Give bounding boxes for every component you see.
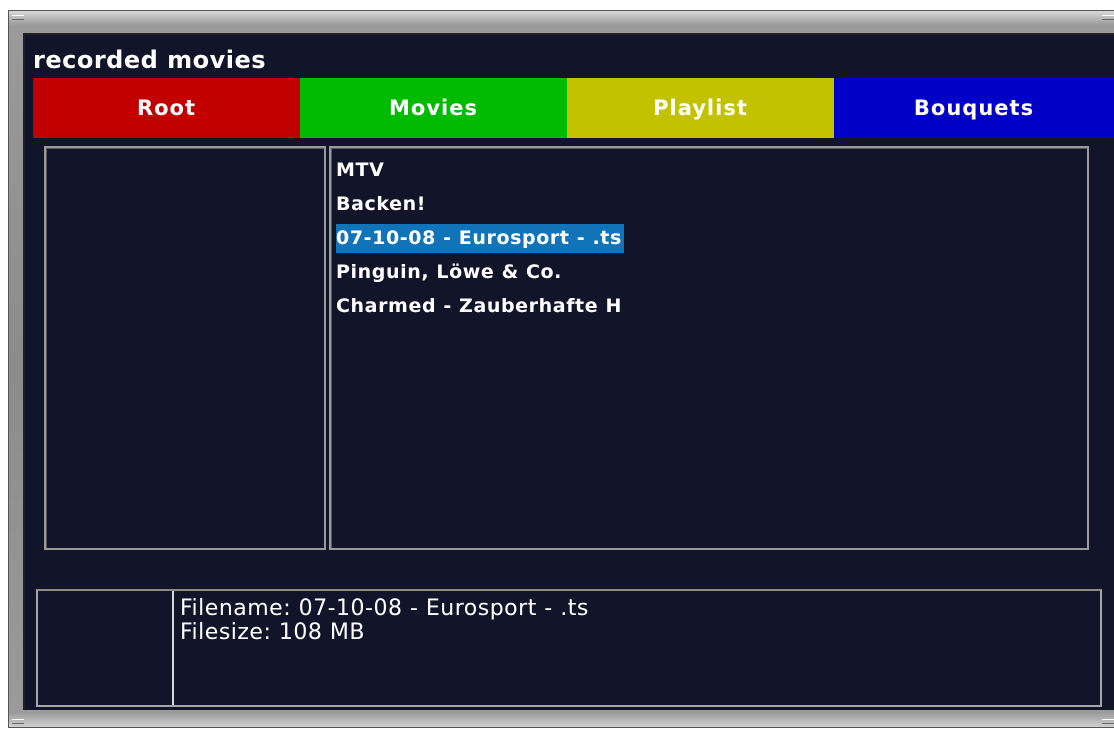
- list-item-label: Pinguin, Löwe & Co.: [336, 261, 562, 283]
- list-item[interactable]: Pinguin, Löwe & Co.: [336, 255, 624, 289]
- list-item[interactable]: Backen!: [336, 187, 624, 221]
- resize-grip-top-right[interactable]: [1102, 15, 1114, 20]
- resize-grip-bottom-left[interactable]: [12, 719, 24, 724]
- filename-line: Filename: 07-10-08 - Eurosport - .ts: [180, 596, 589, 621]
- yellow-button-playlist[interactable]: Playlist: [567, 78, 834, 138]
- preview-panel: [44, 146, 326, 550]
- movie-list-panel[interactable]: MTV Backen! 07-10-08 - Eurosport - .ts P…: [329, 146, 1089, 550]
- page-title: recorded movies: [33, 46, 267, 74]
- red-button-root[interactable]: Root: [33, 78, 300, 138]
- green-button-movies[interactable]: Movies: [300, 78, 567, 138]
- blue-button-bouquets[interactable]: Bouquets: [834, 78, 1114, 138]
- list-item[interactable]: MTV: [336, 153, 624, 187]
- resize-grip-bottom-right[interactable]: [1102, 719, 1114, 724]
- list-item-label: Charmed - Zauberhafte H: [336, 295, 622, 317]
- movie-list: MTV Backen! 07-10-08 - Eurosport - .ts P…: [336, 153, 624, 323]
- color-button-bar: Root Movies Playlist Bouquets: [33, 78, 1114, 138]
- list-item-label: Backen!: [336, 193, 426, 215]
- info-panel: Filename: 07-10-08 - Eurosport - .ts Fil…: [36, 589, 1102, 707]
- file-info: Filename: 07-10-08 - Eurosport - .ts Fil…: [180, 597, 589, 645]
- list-item[interactable]: Charmed - Zauberhafte H: [336, 289, 624, 323]
- list-item-label: 07-10-08 - Eurosport - .ts: [336, 224, 624, 253]
- list-item-label: MTV: [336, 159, 385, 181]
- list-item-selected[interactable]: 07-10-08 - Eurosport - .ts: [336, 221, 624, 255]
- resize-grip-top-left[interactable]: [12, 15, 24, 20]
- filesize-line: Filesize: 108 MB: [180, 620, 365, 645]
- info-divider: [172, 591, 174, 705]
